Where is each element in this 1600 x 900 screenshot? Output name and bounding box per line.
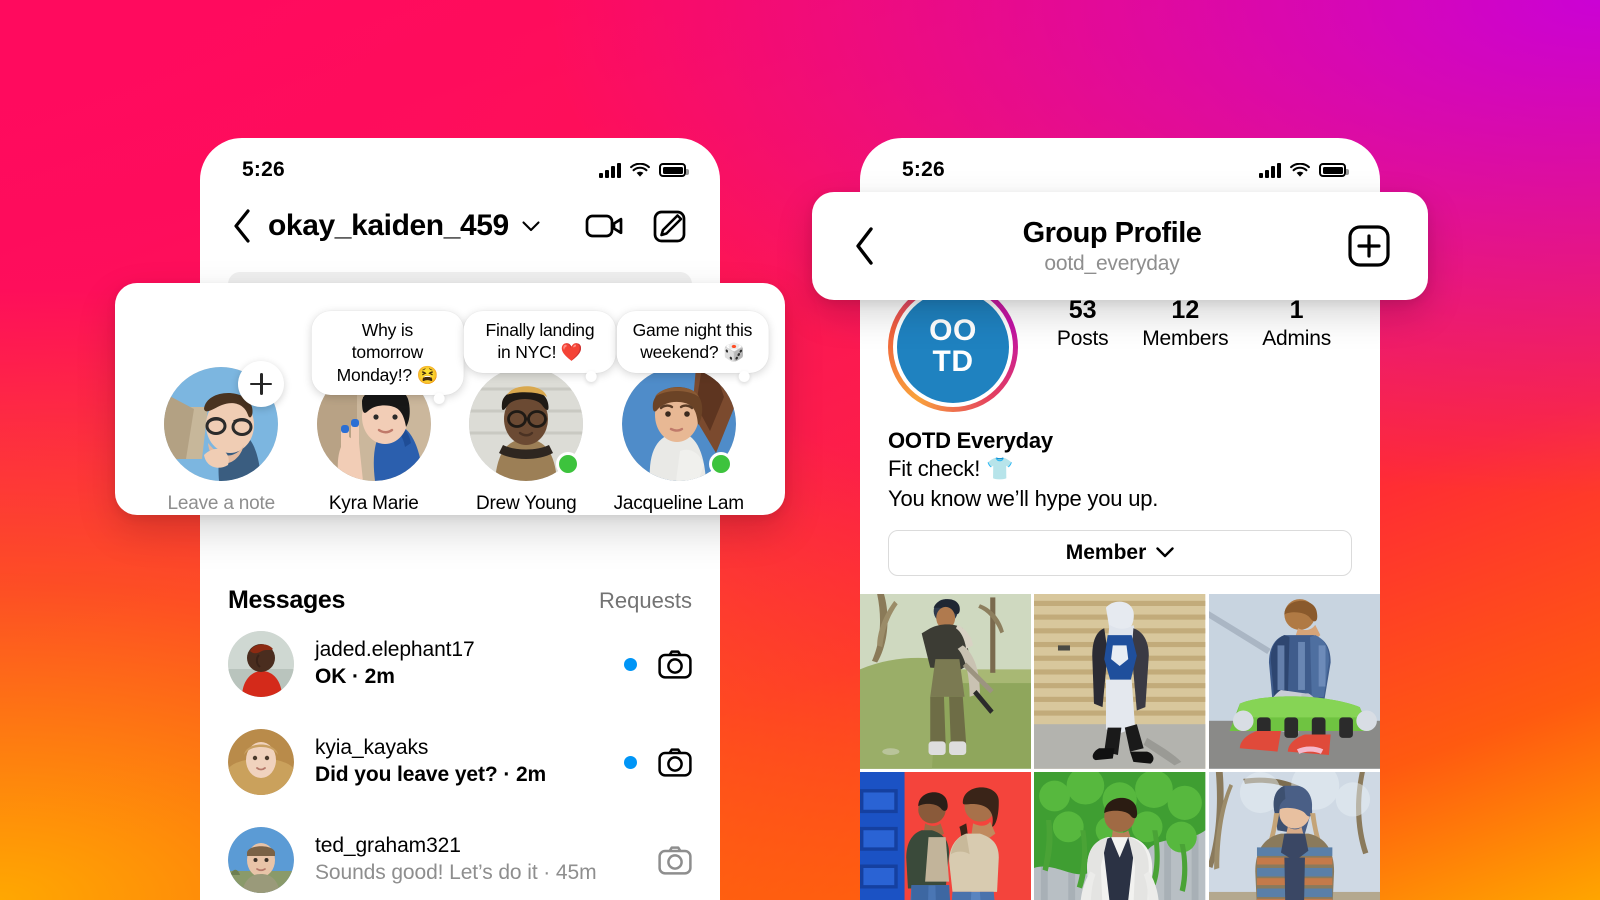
left-phone-screen: 5:26 okay_kaiden_459 Messages Requests j… [200, 138, 720, 900]
group-avatar-ring-gap: OO TD [893, 287, 1013, 407]
dm-nav-actions [585, 210, 686, 243]
message-thread-list: jaded.elephant17 OK · 2m kyia_kayaks Did… [200, 615, 720, 900]
signal-bars-icon [1259, 162, 1281, 178]
wifi-icon [1290, 162, 1310, 178]
notes-strip: Leave a note Why is tomorrow Monday!? 😫 … [115, 297, 785, 515]
battery-icon [659, 163, 689, 177]
note-label: Drew Young [476, 493, 577, 514]
unread-indicator-dot [624, 657, 637, 671]
status-icons-group [1259, 162, 1349, 178]
chevron-down-icon [1156, 547, 1174, 558]
page-subtitle: ootd_everyday [1044, 251, 1180, 275]
online-status-dot [556, 452, 581, 476]
note-bubble[interactable]: Finally landing in NYC! ❤️ [463, 311, 616, 382]
video-camera-icon[interactable] [585, 211, 625, 241]
member-status-button[interactable]: Member [888, 529, 1352, 576]
note-label: Jacqueline Lam [613, 493, 744, 514]
stat-label: Members [1142, 327, 1229, 350]
thread-text: jaded.elephant17 OK · 2m [315, 637, 603, 691]
thread-preview: Sounds good! Let’s do it · 45m [315, 861, 597, 884]
messages-title: Messages [228, 586, 346, 614]
thread-preview: OK · 2m [315, 665, 395, 688]
group-header-titles: Group Profile ootd_everyday [876, 217, 1348, 276]
thread-text: ted_graham321 Sounds good! Let’s do it ·… [315, 833, 603, 887]
list-item[interactable]: Leave a note [145, 293, 298, 515]
table-row[interactable]: ted_graham321 Sounds good! Let’s do it ·… [200, 811, 720, 900]
add-note-plus-icon[interactable] [238, 361, 285, 407]
dm-account-title[interactable]: okay_kaiden_459 [268, 209, 509, 243]
left-status-bar: 5:26 [200, 138, 720, 192]
thread-username: kyia_kayaks [315, 736, 429, 760]
right-status-bar: 5:26 [860, 138, 1380, 192]
group-display-name: OOTD Everyday [888, 428, 1053, 453]
table-row[interactable]: kyia_kayaks Did you leave yet? · 2m [200, 713, 720, 811]
chevron-left-icon[interactable] [854, 227, 876, 265]
page-title: Group Profile [1022, 216, 1202, 249]
signal-bars-icon [599, 162, 621, 178]
dm-nav-bar: okay_kaiden_459 [200, 192, 720, 254]
member-button-label: Member [1065, 540, 1147, 564]
online-status-dot [708, 452, 733, 476]
list-item[interactable]: Why is tomorrow Monday!? 😫 Kyra Marie [298, 293, 464, 515]
thread-username: jaded.elephant17 [315, 638, 475, 662]
notes-tray-card: Leave a note Why is tomorrow Monday!? 😫 … [115, 283, 785, 515]
avatar-initials-bottom: TD [932, 345, 974, 378]
grid-post-3[interactable] [1208, 593, 1380, 769]
table-row[interactable]: jaded.elephant17 OK · 2m [200, 615, 720, 713]
note-label: Kyra Marie [328, 493, 419, 514]
requests-link[interactable]: Requests [599, 588, 692, 614]
grid-post-2[interactable] [1034, 593, 1206, 769]
screenshot-stage: 5:26 okay_kaiden_459 Messages Requests j… [0, 0, 1600, 900]
stat-members[interactable]: 12 Members [1142, 296, 1228, 351]
group-profile-summary: OO TD 53 Posts 12 Members 1 Admins [888, 282, 1352, 412]
note-label: Leave a note [167, 493, 276, 514]
stat-posts[interactable]: 53 Posts [1057, 296, 1109, 351]
status-time: 5:26 [902, 158, 945, 181]
grid-post-1[interactable] [860, 593, 1032, 769]
camera-icon[interactable] [658, 747, 692, 777]
stat-value: 12 [1171, 296, 1200, 324]
note-bubble[interactable]: Game night this weekend? 🎲 [616, 311, 769, 382]
grid-post-4[interactable] [860, 771, 1032, 900]
wifi-icon [630, 162, 650, 178]
group-avatar-ring: OO TD [888, 282, 1018, 412]
stat-value: 1 [1289, 296, 1304, 324]
note-avatar-wrap[interactable] [469, 367, 584, 481]
stat-admins[interactable]: 1 Admins [1262, 296, 1331, 351]
grid-post-6[interactable] [1208, 771, 1380, 900]
note-bubble[interactable]: Why is tomorrow Monday!? 😫 [311, 311, 464, 405]
avatar [228, 631, 294, 697]
thread-preview: Did you leave yet? · 2m [315, 763, 547, 786]
group-post-grid [860, 593, 1380, 900]
list-item[interactable]: Finally landing in NYC! ❤️ Drew Young [450, 293, 616, 515]
avatar-initials-top: OO [929, 314, 977, 348]
stat-label: Admins [1262, 327, 1332, 350]
group-bio-line-2: You know we’ll hype you up. [888, 485, 1159, 511]
status-icons-group [599, 162, 689, 178]
avatar[interactable]: OO TD [897, 291, 1009, 403]
group-bio-line-1: Fit check! 👕 [888, 456, 1014, 481]
thread-text: kyia_kayaks Did you leave yet? · 2m [315, 735, 603, 789]
group-profile-header-card: Group Profile ootd_everyday [812, 192, 1428, 300]
avatar [228, 729, 294, 795]
note-avatar-wrap[interactable] [621, 367, 736, 481]
plus-square-icon[interactable] [1348, 225, 1390, 267]
status-time: 5:26 [242, 158, 285, 181]
compose-pencil-icon[interactable] [653, 210, 686, 243]
chevron-down-icon[interactable] [522, 220, 540, 232]
camera-icon[interactable] [658, 845, 692, 875]
chevron-left-icon[interactable] [232, 209, 252, 243]
note-avatar-wrap[interactable] [164, 361, 285, 481]
stat-value: 53 [1068, 296, 1097, 324]
list-item[interactable]: Game night this weekend? 🎲 Jacqueline La… [603, 293, 769, 515]
camera-icon[interactable] [658, 649, 692, 679]
unread-indicator-dot [624, 755, 637, 769]
grid-post-5[interactable] [1034, 771, 1206, 900]
messages-section-header: Messages Requests [200, 586, 720, 615]
avatar [228, 827, 294, 893]
stat-label: Posts [1056, 327, 1109, 350]
thread-username: ted_graham321 [315, 834, 461, 858]
battery-icon [1319, 163, 1349, 177]
